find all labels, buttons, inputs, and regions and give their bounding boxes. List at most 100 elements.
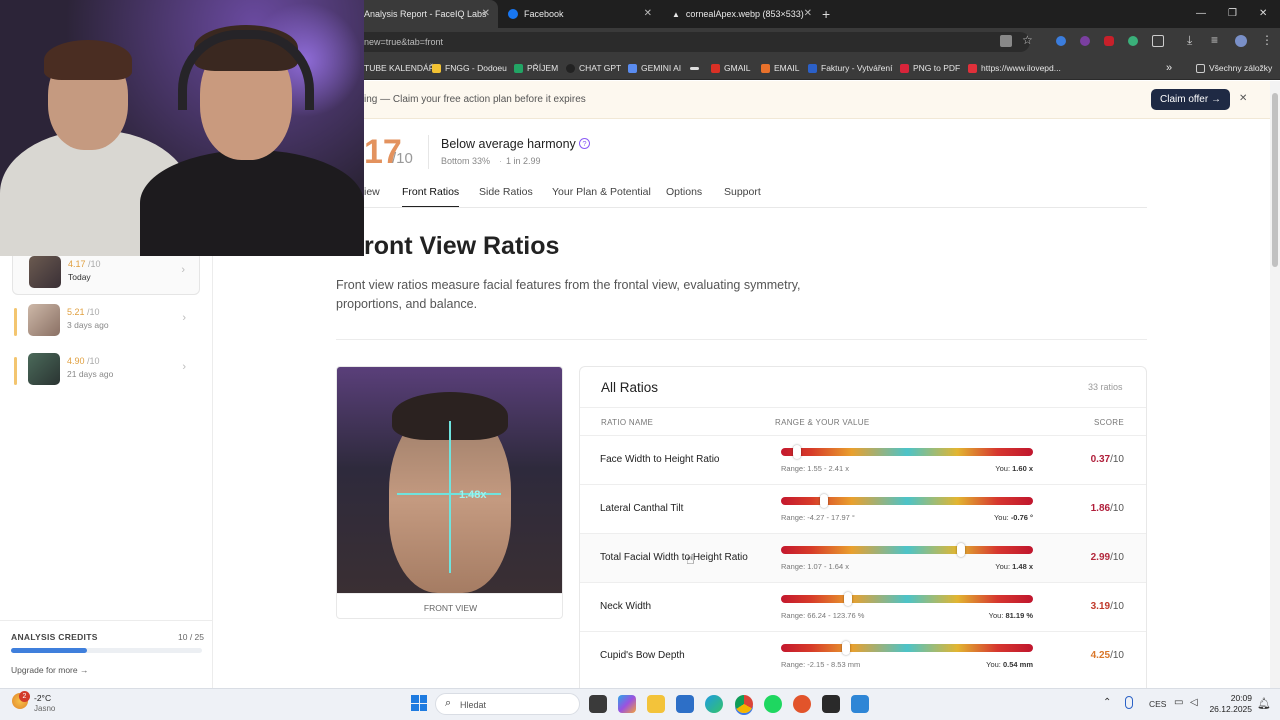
score-value: 5.21 bbox=[67, 307, 85, 317]
extension-icon[interactable] bbox=[1056, 36, 1066, 46]
new-tab-button[interactable]: + bbox=[822, 6, 830, 22]
score-total: /10 bbox=[1110, 601, 1124, 612]
ratios-title: All Ratios bbox=[601, 380, 659, 395]
extension-icon[interactable] bbox=[1104, 36, 1114, 46]
chevron-up-icon[interactable]: ⌃ bbox=[1103, 697, 1111, 708]
tab-facebook[interactable]: Facebook ✕ bbox=[500, 0, 660, 28]
bookmark-item[interactable]: Faktury - Vytváření bbox=[808, 60, 892, 76]
chrome-icon[interactable] bbox=[735, 695, 753, 713]
table-row[interactable]: Cupid's Bow Depth Range: -2.15 - 8.53 mm… bbox=[580, 631, 1146, 680]
microphone-icon[interactable] bbox=[1125, 696, 1133, 709]
folder-icon bbox=[1196, 63, 1205, 73]
extension-icon[interactable] bbox=[1080, 36, 1090, 46]
file-explorer-icon[interactable] bbox=[647, 695, 665, 713]
address-bar[interactable]: new=true&tab=front bbox=[350, 32, 1030, 52]
claim-offer-button[interactable]: Claim offer → bbox=[1151, 89, 1230, 110]
bookmark-item[interactable]: TUBE KALENDÁŘ bbox=[364, 60, 435, 76]
media-icon[interactable]: ≡ bbox=[1211, 33, 1218, 47]
chevron-right-icon: › bbox=[181, 264, 185, 276]
tab-analysis-report[interactable]: Analysis Report - FaceIQ Labs ✕ bbox=[356, 0, 498, 28]
bookmark-item[interactable]: https://www.ilovepd... bbox=[968, 60, 1061, 76]
history-date: 3 days ago bbox=[67, 320, 109, 330]
chatgpt-icon bbox=[566, 63, 575, 73]
language-indicator[interactable]: CES bbox=[1149, 699, 1166, 709]
window-close-button[interactable]: ✕ bbox=[1259, 8, 1267, 19]
network-icon[interactable]: ▭ bbox=[1174, 697, 1183, 708]
credits-value: 10 / 25 bbox=[178, 632, 204, 642]
history-item[interactable]: 5.21 /10 3 days ago › bbox=[12, 300, 200, 344]
edge-icon[interactable] bbox=[705, 695, 723, 713]
scrollbar-track[interactable] bbox=[1270, 81, 1280, 688]
volume-icon[interactable]: ◁ bbox=[1190, 697, 1198, 708]
close-icon[interactable]: ✕ bbox=[644, 8, 652, 19]
gemini-icon bbox=[628, 63, 637, 73]
taskview-icon[interactable] bbox=[589, 695, 607, 713]
star-icon[interactable]: ☆ bbox=[1022, 33, 1033, 47]
tab-corneal-apex[interactable]: ▲ cornealApex.webp (853×533) ✕ bbox=[664, 0, 820, 28]
windows-start-icon[interactable] bbox=[411, 695, 427, 711]
notepad-icon[interactable] bbox=[851, 695, 869, 713]
bookmark-item[interactable]: PŘÍJEM bbox=[514, 60, 558, 76]
ratio-name: Total Facial Width to Height Ratio bbox=[600, 552, 748, 563]
spotify-icon[interactable] bbox=[764, 695, 782, 713]
table-row[interactable]: Lateral Canthal Tilt Range: -4.27 - 17.9… bbox=[580, 484, 1146, 533]
download-icon[interactable]: ⤓ bbox=[1187, 33, 1192, 48]
table-row[interactable]: Neck Width Range: 66.24 - 123.76 % You: … bbox=[580, 582, 1146, 631]
bookmark-label: PNG to PDF bbox=[913, 63, 961, 73]
bookmark-item[interactable]: EMAIL bbox=[761, 60, 800, 76]
bookmark-item[interactable]: GMAIL bbox=[711, 60, 750, 76]
extensions-puzzle-icon[interactable] bbox=[1152, 35, 1164, 47]
close-icon[interactable]: ✕ bbox=[1239, 93, 1247, 104]
all-bookmarks-button[interactable]: Všechny záložky bbox=[1196, 60, 1272, 76]
profile-avatar[interactable] bbox=[1235, 35, 1247, 47]
menu-kebab-icon[interactable]: ⋮ bbox=[1261, 33, 1273, 47]
range-bar bbox=[781, 445, 1033, 459]
table-row[interactable]: Face Width to Height Ratio Range: 1.55 -… bbox=[580, 435, 1146, 484]
clock-time[interactable]: 20:09 bbox=[1210, 693, 1252, 703]
bookmark-item[interactable]: CHAT GPT bbox=[566, 60, 621, 76]
scrollbar-thumb[interactable] bbox=[1272, 93, 1278, 267]
restore-button[interactable]: ❐ bbox=[1228, 8, 1237, 19]
outlook-icon[interactable] bbox=[676, 695, 694, 713]
divider bbox=[428, 135, 429, 169]
tab-side-ratios[interactable]: Side Ratios bbox=[479, 186, 533, 208]
history-date: 21 days ago bbox=[67, 369, 114, 379]
bookmark-item[interactable]: GEMINI AI bbox=[628, 60, 681, 76]
tab-front-ratios[interactable]: Front Ratios bbox=[402, 186, 460, 208]
history-score: 4.17 /10 bbox=[68, 259, 101, 269]
bookmark-item[interactable]: FNGG - Dodoeu bbox=[432, 60, 507, 76]
extension-icon[interactable] bbox=[1128, 36, 1138, 46]
bookmark-item[interactable] bbox=[690, 60, 699, 76]
photo-caption: FRONT VIEW bbox=[337, 593, 562, 618]
minimize-button[interactable]: — bbox=[1196, 8, 1206, 19]
score-value: 3.19 bbox=[1090, 601, 1111, 612]
table-row[interactable]: Total Facial Width to Height Ratio Range… bbox=[580, 533, 1146, 582]
terminal-icon[interactable] bbox=[822, 695, 840, 713]
tab-options[interactable]: Options bbox=[666, 186, 702, 208]
tab-plan-potential[interactable]: Your Plan & Potential bbox=[552, 186, 651, 208]
you-label: You: bbox=[988, 611, 1004, 620]
range-bar bbox=[781, 641, 1033, 655]
close-icon[interactable]: ✕ bbox=[482, 8, 490, 19]
bookmark-item[interactable]: PNG to PDF bbox=[900, 60, 960, 76]
value-marker bbox=[842, 641, 850, 655]
bell-icon[interactable]: 🔔︎ bbox=[1257, 697, 1271, 710]
header-range: RANGE & YOUR VALUE bbox=[775, 418, 870, 427]
app-icon[interactable] bbox=[793, 695, 811, 713]
copilot-icon[interactable] bbox=[618, 695, 636, 713]
close-icon[interactable]: ✕ bbox=[804, 8, 812, 19]
tab-overview[interactable]: iew bbox=[364, 186, 380, 208]
you-value: 1.60 x bbox=[1012, 464, 1033, 473]
clock-date[interactable]: 26.12.2025 bbox=[1205, 704, 1252, 714]
tab-support[interactable]: Support bbox=[724, 186, 761, 208]
history-indicator bbox=[14, 308, 17, 336]
upgrade-link[interactable]: Upgrade for more → bbox=[11, 665, 88, 675]
bookmark-icon bbox=[690, 66, 699, 70]
info-icon[interactable]: ? bbox=[579, 138, 590, 149]
bookmarks-overflow-button[interactable]: » bbox=[1166, 60, 1172, 76]
ratio-name: Cupid's Bow Depth bbox=[600, 650, 685, 661]
taskbar-search[interactable]: ⌕ Hledat bbox=[435, 693, 580, 715]
translate-icon[interactable] bbox=[1000, 35, 1012, 47]
history-item[interactable]: 4.90 /10 21 days ago › bbox=[12, 349, 200, 393]
history-item[interactable]: 4.17 /10 Today › bbox=[12, 251, 200, 295]
